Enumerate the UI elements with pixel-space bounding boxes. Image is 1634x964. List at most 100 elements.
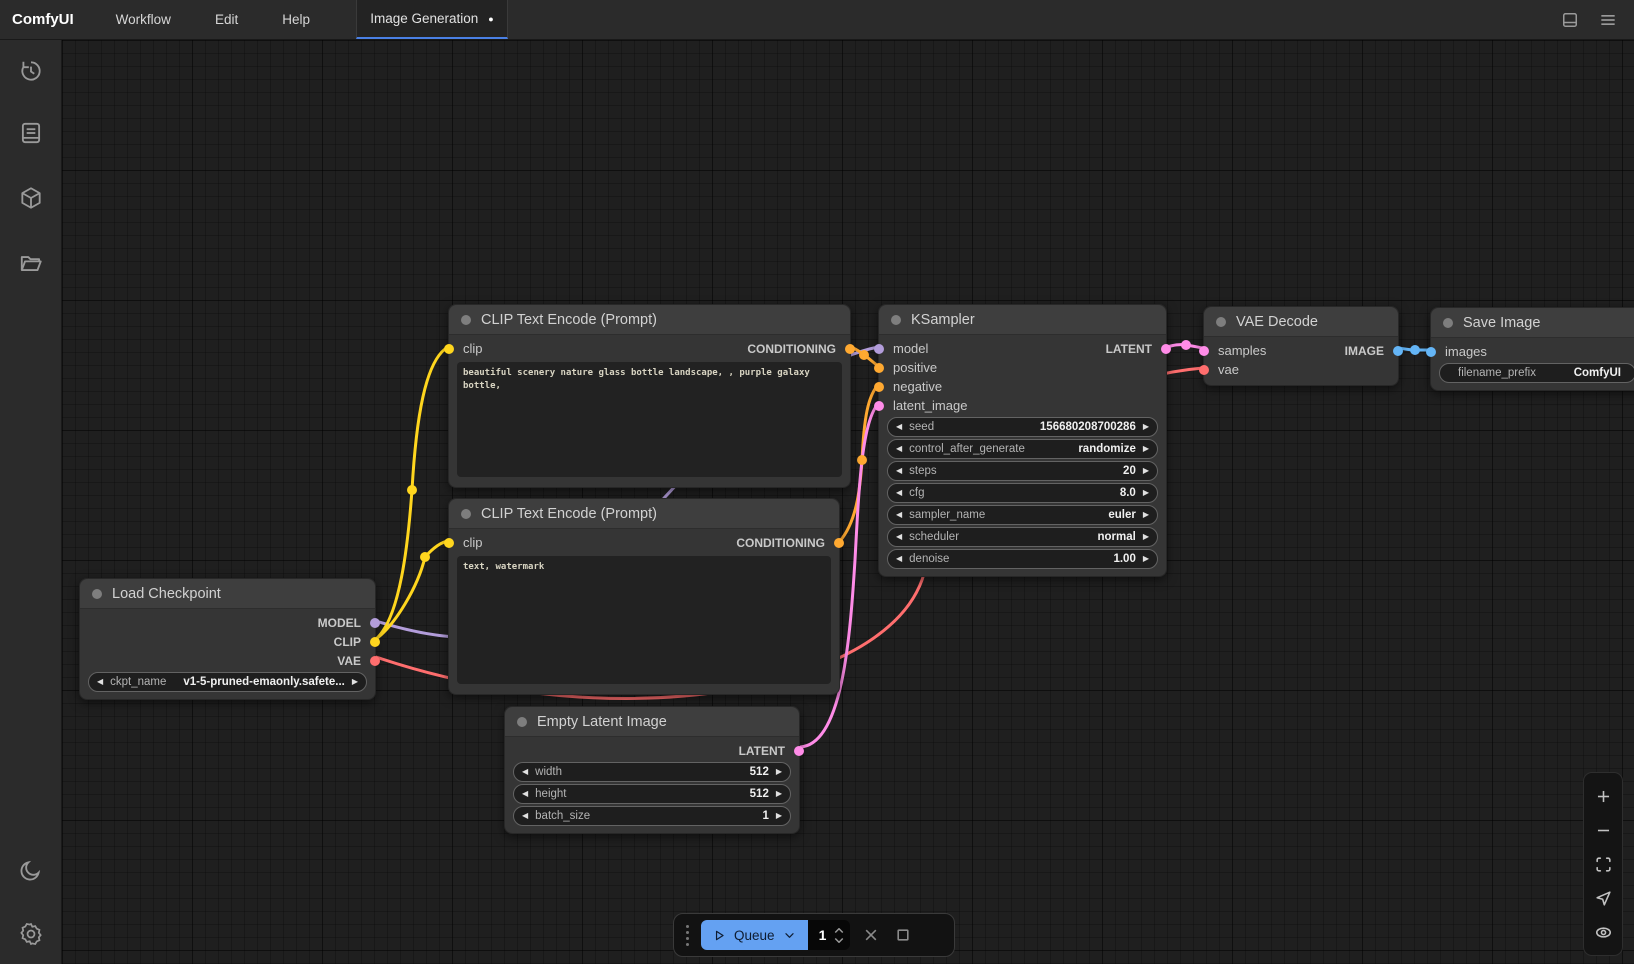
prev-value-icon[interactable]: ◀ — [522, 768, 528, 776]
history-icon[interactable] — [11, 51, 51, 91]
prev-value-icon[interactable]: ◀ — [896, 555, 902, 563]
bottom-panel-icon[interactable] — [1558, 8, 1582, 32]
next-value-icon[interactable]: ▶ — [776, 812, 782, 820]
node-header[interactable]: Save Image — [1431, 308, 1634, 338]
workflows-icon[interactable] — [11, 243, 51, 283]
widget-sampler-name[interactable]: ◀ sampler_name euler ▶ — [887, 505, 1158, 525]
widget-control-after-generate[interactable]: ◀ control_after_generate randomize ▶ — [887, 439, 1158, 459]
port-dot-model[interactable] — [874, 344, 884, 354]
port-dot-image[interactable] — [1393, 346, 1403, 356]
node-header[interactable]: CLIP Text Encode (Prompt) — [449, 305, 850, 335]
next-value-icon[interactable]: ▶ — [776, 790, 782, 798]
node-vae-decode[interactable]: VAE Decode samples IMAGE vae — [1203, 306, 1399, 386]
prev-value-icon[interactable]: ◀ — [896, 489, 902, 497]
widget-scheduler[interactable]: ◀ scheduler normal ▶ — [887, 527, 1158, 547]
model-library-icon[interactable] — [11, 178, 51, 218]
increment-icon[interactable] — [834, 928, 844, 934]
collapse-dot[interactable] — [461, 315, 471, 325]
menu-workflow[interactable]: Workflow — [94, 0, 193, 39]
node-save-image[interactable]: Save Image images filename_prefix ComfyU… — [1430, 307, 1634, 391]
widget-batch-size[interactable]: ◀ batch_size 1 ▶ — [513, 806, 791, 826]
theme-toggle-icon[interactable] — [11, 850, 51, 890]
node-header[interactable]: CLIP Text Encode (Prompt) — [449, 499, 839, 529]
widget-filename-prefix[interactable]: filename_prefix ComfyUI — [1439, 363, 1634, 383]
next-value-icon[interactable]: ▶ — [1143, 533, 1149, 541]
prev-value-icon[interactable]: ◀ — [896, 533, 902, 541]
next-value-icon[interactable]: ▶ — [776, 768, 782, 776]
port-dot-clip[interactable] — [444, 538, 454, 548]
node-graph-canvas[interactable]: Load Checkpoint MODEL CLIP VAE ◀ ckpt_na… — [62, 40, 1634, 964]
node-header[interactable]: Empty Latent Image — [505, 707, 799, 737]
port-dot-latent[interactable] — [1161, 344, 1171, 354]
collapse-dot[interactable] — [517, 717, 527, 727]
widget-ckpt-name[interactable]: ◀ ckpt_name v1-5-pruned-emaonly.safete..… — [88, 672, 367, 692]
collapse-dot[interactable] — [461, 509, 471, 519]
node-clip-text-encode-positive[interactable]: CLIP Text Encode (Prompt) clip CONDITION… — [448, 304, 851, 488]
port-dot-image[interactable] — [1426, 347, 1436, 357]
clear-queue-icon[interactable] — [860, 924, 882, 946]
node-library-icon[interactable] — [11, 113, 51, 153]
port-dot-conditioning[interactable] — [874, 363, 884, 373]
batch-count-value[interactable]: 1 — [818, 927, 828, 943]
port-dot-model[interactable] — [370, 618, 380, 628]
chevron-down-icon[interactable] — [783, 929, 796, 942]
stop-icon[interactable] — [892, 924, 914, 946]
node-header[interactable]: VAE Decode — [1204, 307, 1398, 337]
node-ksampler[interactable]: KSampler model LATENT positive negative … — [878, 304, 1167, 577]
prev-value-icon[interactable]: ◀ — [896, 511, 902, 519]
menu-icon[interactable] — [1596, 8, 1620, 32]
prev-value-icon[interactable]: ◀ — [522, 790, 528, 798]
port-dot-clip[interactable] — [444, 344, 454, 354]
tab-image-generation[interactable]: Image Generation ● — [356, 0, 508, 39]
zoom-in-icon[interactable] — [1592, 785, 1614, 807]
prompt-textarea[interactable]: beautiful scenery nature glass bottle la… — [457, 362, 842, 477]
next-value-icon[interactable]: ▶ — [1143, 423, 1149, 431]
node-header[interactable]: KSampler — [879, 305, 1166, 335]
prev-value-icon[interactable]: ◀ — [896, 467, 902, 475]
next-value-icon[interactable]: ▶ — [1143, 511, 1149, 519]
widget-seed[interactable]: ◀ seed 156680208700286 ▶ — [887, 417, 1158, 437]
port-dot-conditioning[interactable] — [845, 344, 855, 354]
prev-value-icon[interactable]: ◀ — [896, 445, 902, 453]
prev-value-icon[interactable]: ◀ — [896, 423, 902, 431]
collapse-dot[interactable] — [92, 589, 102, 599]
widget-width[interactable]: ◀ width 512 ▶ — [513, 762, 791, 782]
next-value-icon[interactable]: ▶ — [1143, 445, 1149, 453]
decrement-icon[interactable] — [834, 937, 844, 943]
next-value-icon[interactable]: ▶ — [1143, 489, 1149, 497]
fit-view-icon[interactable] — [1592, 853, 1614, 875]
batch-count-field[interactable]: 1 — [808, 920, 850, 950]
settings-icon[interactable] — [11, 914, 51, 954]
zoom-out-icon[interactable] — [1592, 819, 1614, 841]
port-dot-latent[interactable] — [1199, 346, 1209, 356]
queue-button[interactable]: Queue — [701, 920, 808, 950]
menu-edit[interactable]: Edit — [193, 0, 260, 39]
port-dot-latent[interactable] — [874, 401, 884, 411]
port-dot-conditioning[interactable] — [874, 382, 884, 392]
widget-height[interactable]: ◀ height 512 ▶ — [513, 784, 791, 804]
collapse-dot[interactable] — [1216, 317, 1226, 327]
prev-value-icon[interactable]: ◀ — [522, 812, 528, 820]
node-clip-text-encode-negative[interactable]: CLIP Text Encode (Prompt) clip CONDITION… — [448, 498, 840, 695]
port-dot-clip[interactable] — [370, 637, 380, 647]
next-value-icon[interactable]: ▶ — [1143, 555, 1149, 563]
node-header[interactable]: Load Checkpoint — [80, 579, 375, 609]
port-dot-vae[interactable] — [370, 656, 380, 666]
port-dot-conditioning[interactable] — [834, 538, 844, 548]
toggle-visibility-icon[interactable] — [1592, 921, 1614, 943]
widget-cfg[interactable]: ◀ cfg 8.0 ▶ — [887, 483, 1158, 503]
node-load-checkpoint[interactable]: Load Checkpoint MODEL CLIP VAE ◀ ckpt_na… — [79, 578, 376, 700]
widget-steps[interactable]: ◀ steps 20 ▶ — [887, 461, 1158, 481]
select-mode-icon[interactable] — [1592, 887, 1614, 909]
port-dot-latent[interactable] — [794, 746, 804, 756]
prev-value-icon[interactable]: ◀ — [97, 678, 103, 686]
port-dot-vae[interactable] — [1199, 365, 1209, 375]
node-empty-latent-image[interactable]: Empty Latent Image LATENT ◀ width 512 ▶ … — [504, 706, 800, 834]
collapse-dot[interactable] — [891, 315, 901, 325]
next-value-icon[interactable]: ▶ — [1143, 467, 1149, 475]
drag-handle-icon[interactable] — [686, 925, 691, 946]
menu-help[interactable]: Help — [260, 0, 332, 39]
widget-denoise[interactable]: ◀ denoise 1.00 ▶ — [887, 549, 1158, 569]
prompt-textarea[interactable]: text, watermark — [457, 556, 831, 684]
next-value-icon[interactable]: ▶ — [352, 678, 358, 686]
